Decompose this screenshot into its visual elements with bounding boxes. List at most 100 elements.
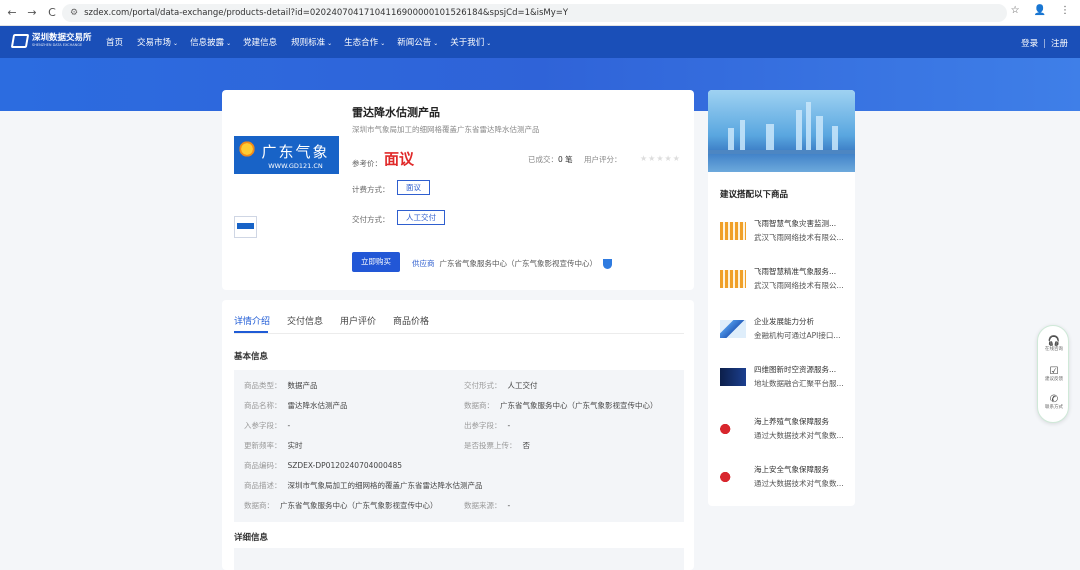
chevron-down-icon: ⌄ (433, 40, 439, 47)
phone-icon: ✆ (1049, 394, 1059, 405)
main-menu: 首页 交易市场 ⌄ 信息披露 ⌄ 党建信息 规则标准 ⌄ 生态合作 ⌄ 新闻公告 ⌄ 关于… (106, 26, 503, 58)
menu-item-rules[interactable]: 规则标准 ⌄ (291, 36, 332, 48)
rating-label: 用户评分： (584, 155, 622, 164)
analytics-thumb-icon (720, 320, 746, 338)
image-text-url: WWW.GD121.CN (268, 161, 323, 170)
forward-icon[interactable]: → (22, 6, 42, 19)
info-row: 交付形式： 人工交付 (464, 381, 538, 390)
price-label: 参考价： (352, 159, 382, 168)
back-icon[interactable]: ← (2, 6, 22, 19)
feedback-button[interactable]: ☑ 建议反馈 (1038, 366, 1070, 383)
site-header: 深圳数据交易所 SHENZHEN DATA EXCHANGE 首页 交易市场 ⌄ … (0, 26, 1080, 58)
delivery-option[interactable]: 人工交付 (397, 210, 445, 225)
detail-info-box (234, 548, 684, 570)
profile-icon[interactable]: 👤 (1034, 5, 1046, 16)
info-row: 商品编码： SZDEX-DP0120240704000485 (244, 461, 403, 470)
browser-menu-icon[interactable]: ⋮ (1060, 5, 1070, 16)
reload-icon[interactable]: C (42, 6, 62, 19)
billing-label: 计费方式： (352, 185, 390, 194)
city-banner-image (708, 90, 855, 172)
auth-links: 登录 | 注册 (1021, 39, 1068, 49)
url-text: szdex.com/portal/data-exchange/products-… (84, 8, 569, 18)
buy-now-button[interactable]: 立即购买 (352, 252, 400, 272)
price-value: 面议 (384, 150, 415, 168)
info-row: 商品描述： 深圳市气象局加工的细网格的覆盖广东省雷达降水估测产品 (244, 481, 483, 490)
info-row: 商品类型： 数据产品 (244, 381, 318, 390)
info-row: 数据商： 广东省气象服务中心（广东气象影视宣传中心） (244, 501, 438, 510)
map-thumb-icon (720, 368, 746, 386)
recommend-item[interactable]: 飞雨智慧精准气象服务... 武汉飞雨网络技术有限公... (720, 262, 850, 298)
recommend-card: 建议搭配以下商品 飞雨智慧气象灾害监测... 武汉飞雨网络技术有限公... 飞雨… (708, 90, 855, 506)
info-row: 数据商： 广东省气象服务中心（广东气象影视宣传中心） (464, 401, 658, 410)
billing-option[interactable]: 面议 (397, 180, 430, 195)
site-logo[interactable]: 深圳数据交易所 SHENZHEN DATA EXCHANGE (10, 33, 92, 48)
basic-info-title: 基本信息 (234, 352, 269, 362)
detail-card: 详情介绍 交付信息 用户评价 商品价格 基本信息 商品类型： 数据产品 交付形式：… (222, 300, 694, 570)
recommend-title: 建议搭配以下商品 (720, 190, 789, 200)
menu-item-news[interactable]: 新闻公告 ⌄ (397, 36, 438, 48)
product-card: 广东气象 WWW.GD121.CN 雷达降水估测产品 深圳市气象局加工的细网格覆… (222, 90, 694, 290)
site-info-icon[interactable]: ⚙ (70, 8, 78, 18)
menu-item-ecosystem[interactable]: 生态合作 ⌄ (344, 36, 385, 48)
info-row: 更新频率： 实时 (244, 441, 303, 450)
online-consult-button[interactable]: 🎧 在线咨询 (1038, 336, 1070, 353)
checkbox-icon: ☑ (1049, 366, 1059, 377)
info-row: 商品名称： 雷达降水估测产品 (244, 401, 348, 410)
product-thumb-icon (720, 270, 746, 288)
rating-stars-icon: ★★★★★ (640, 154, 681, 163)
info-row: 是否投票上传：否 (464, 441, 530, 450)
tab-delivery[interactable]: 交付信息 (287, 314, 323, 327)
chevron-down-icon: ⌄ (380, 40, 386, 47)
recommend-item[interactable]: 飞雨智慧气象灾害监测... 武汉飞雨网络技术有限公... (720, 214, 850, 250)
product-thumb-icon (720, 222, 746, 240)
info-row: 出参字段： - (464, 421, 511, 430)
menu-item-market[interactable]: 交易市场 ⌄ (137, 36, 178, 48)
product-main-image: 广东气象 WWW.GD121.CN (234, 136, 339, 174)
company-logo-icon (720, 468, 746, 486)
chevron-down-icon: ⌄ (327, 40, 333, 47)
recommend-item[interactable]: 四维图新时空资源服务... 地址数据融合汇聚平台服... (720, 360, 850, 396)
detail-tabs: 详情介绍 交付信息 用户评价 商品价格 (234, 314, 429, 327)
menu-item-disclosure[interactable]: 信息披露 ⌄ (190, 36, 231, 48)
recommend-item[interactable]: 海上养殖气象保障服务 通过大数据技术对气象数... (720, 412, 850, 448)
sold-count: 已成交：0 笔 (528, 155, 573, 164)
tab-pricing[interactable]: 商品价格 (393, 314, 429, 327)
provider-info: 供应商 广东省气象服务中心（广东气象影视宣传中心） (412, 258, 612, 269)
delivery-label: 交付方式： (352, 215, 390, 224)
menu-item-about[interactable]: 关于我们 ⌄ (450, 36, 491, 48)
tab-details[interactable]: 详情介绍 (234, 314, 270, 327)
headset-icon: 🎧 (1047, 336, 1061, 347)
info-row: 入参字段： - (244, 421, 291, 430)
logo-text-en: SHENZHEN DATA EXCHANGE (32, 43, 83, 47)
product-description: 深圳市气象局加工的细网格覆盖广东省雷达降水估测产品 (352, 125, 540, 134)
logo-text-cn: 深圳数据交易所 (32, 33, 92, 43)
tab-reviews[interactable]: 用户评价 (340, 314, 376, 327)
menu-item-party[interactable]: 党建信息 (243, 36, 279, 48)
info-row: 数据来源： - (464, 501, 511, 510)
logo-mark-icon (10, 33, 30, 48)
recommend-item[interactable]: 企业发展能力分析 金融机构可通过API接口... (720, 312, 850, 348)
verified-shield-icon (603, 258, 612, 269)
bookmark-star-icon[interactable]: ☆ (1011, 5, 1020, 16)
image-text-cn: 广东气象 (261, 142, 330, 161)
login-link[interactable]: 登录 (1021, 39, 1038, 49)
floating-contact-widget: 🎧 在线咨询 ☑ 建议反馈 ✆ 联系方式 (1037, 325, 1069, 423)
product-thumbnail[interactable] (234, 216, 257, 238)
browser-toolbar: ← → C ⚙ szdex.com/portal/data-exchange/p… (0, 0, 1080, 26)
address-bar[interactable]: ⚙ szdex.com/portal/data-exchange/product… (62, 4, 1007, 22)
chevron-down-icon: ⌄ (173, 40, 179, 47)
basic-info-table: 商品类型： 数据产品 交付形式： 人工交付 商品名称： 雷达降水估测产品 数据商： 广东… (234, 370, 684, 522)
company-logo-icon (720, 420, 746, 438)
contact-button[interactable]: ✆ 联系方式 (1038, 394, 1070, 411)
detail-info-title: 详细信息 (234, 533, 269, 543)
menu-item-home[interactable]: 首页 (106, 36, 125, 48)
sun-logo-icon (238, 140, 256, 158)
register-link[interactable]: 注册 (1051, 39, 1068, 49)
provider-label: 供应商 (412, 259, 435, 268)
provider-name[interactable]: 广东省气象服务中心（广东气象影视宣传中心） (440, 258, 598, 269)
product-title: 雷达降水估测产品 (352, 106, 440, 119)
chevron-down-icon: ⌄ (226, 40, 232, 47)
chevron-down-icon: ⌄ (486, 40, 492, 47)
tabs-divider (234, 333, 684, 334)
recommend-item[interactable]: 海上安全气象保障服务 通过大数据技术对气象数... (720, 460, 850, 496)
